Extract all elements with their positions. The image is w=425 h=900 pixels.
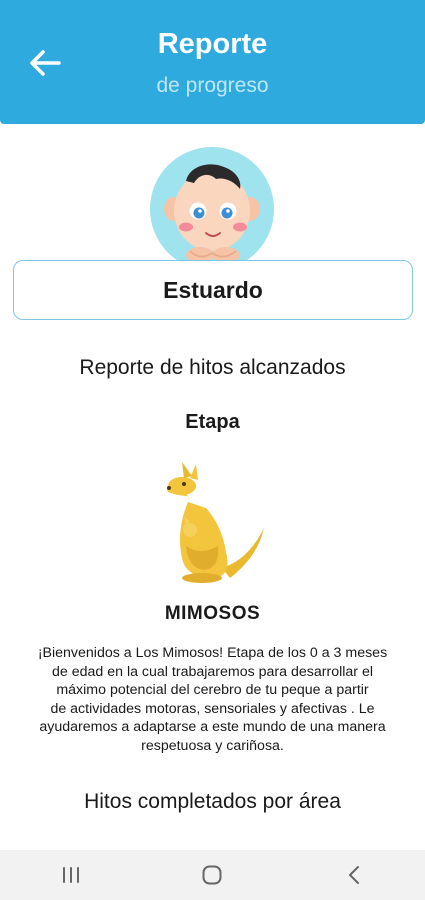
description-line: de edad en la cual trabajaremos para des… <box>52 663 373 680</box>
recent-apps-icon <box>62 867 79 883</box>
page-subtitle: de progreso <box>156 74 269 97</box>
stage-description: ¡Bienvenidos a Los Mimosos! Etapa de los… <box>6 644 419 755</box>
description-line: ayudaremos a adaptarse a este mundo de u… <box>39 719 386 735</box>
stage-image <box>160 460 268 584</box>
home-button[interactable] <box>182 853 242 897</box>
back-chevron-icon <box>349 866 360 884</box>
description-line: ¡Bienvenidos a Los Mimosos! Etapa de los… <box>37 645 388 661</box>
page-title: Reporte <box>157 28 268 60</box>
stage-label: Etapa <box>185 411 240 433</box>
description-line: máximo potencial del cerebro de tu peque… <box>56 682 369 698</box>
home-icon <box>202 865 222 885</box>
baby-avatar-icon <box>164 164 260 263</box>
description-line: de actividades motoras, sensoriales y af… <box>50 700 375 717</box>
system-back-button[interactable] <box>324 853 384 897</box>
recent-apps-button[interactable] <box>41 853 101 897</box>
kangaroo-icon <box>166 462 264 583</box>
areas-heading: Hitos completados por área <box>84 790 341 813</box>
system-navigation-bar <box>0 850 425 900</box>
child-name-field: Estuardo <box>13 260 413 320</box>
child-avatar <box>150 147 274 271</box>
app-bar: Reporte de progreso <box>0 0 425 124</box>
stage-name: MIMOSOS <box>164 603 261 624</box>
report-heading: Reporte de hitos alcanzados <box>79 356 346 379</box>
description-line: respetuosa y cariñosa. <box>141 737 284 754</box>
